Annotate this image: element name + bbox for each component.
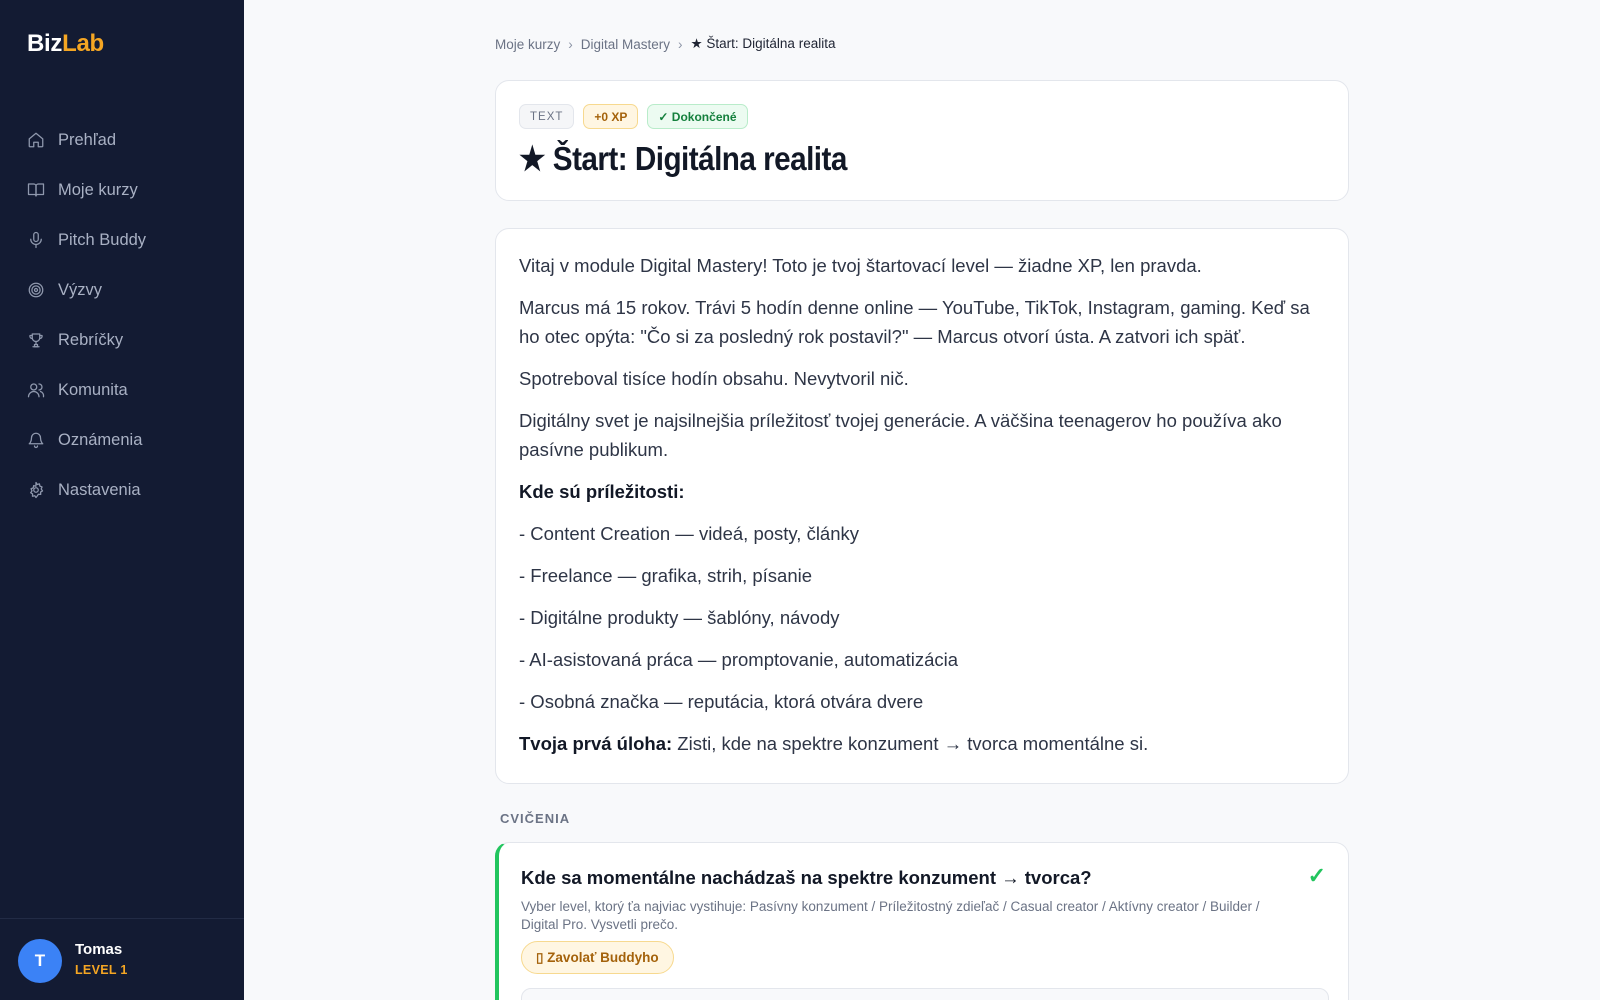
lesson-header-card: TEXT +0 XP ✓ Dokončené ★ Štart: Digitáln… bbox=[495, 80, 1349, 201]
exercise-answer-field[interactable] bbox=[521, 988, 1329, 1000]
sidebar-item-rebricky[interactable]: Rebríčky bbox=[0, 315, 244, 365]
exercise-title: Kde sa momentálne nachádzaš na spektre k… bbox=[521, 867, 1092, 888]
opportunity-item: - Osobná značka — reputácia, ktorá otvár… bbox=[519, 691, 924, 712]
lesson-paragraph: Digitálny svet je najsilnejšia príležito… bbox=[519, 410, 1282, 460]
sidebar-item-label: Moje kurzy bbox=[58, 180, 138, 199]
sidebar-nav: Prehľad Moje kurzy Pitch Buddy Výzvy Reb… bbox=[0, 115, 244, 515]
breadcrumb-separator: › bbox=[678, 36, 683, 52]
sidebar-item-label: Rebríčky bbox=[58, 330, 124, 349]
user-profile[interactable]: T Tomas LEVEL 1 bbox=[0, 918, 244, 1000]
call-buddy-button[interactable]: ▯ Zavolať Buddyho bbox=[521, 941, 674, 974]
breadcrumb-current: ★ Štart: Digitálna realita bbox=[690, 36, 836, 51]
sidebar-item-nastavenia[interactable]: Nastavenia bbox=[0, 465, 244, 515]
book-icon bbox=[26, 180, 46, 200]
breadcrumb-item-digital-mastery[interactable]: Digital Mastery bbox=[581, 37, 670, 52]
sidebar-item-komunita[interactable]: Komunita bbox=[0, 365, 244, 415]
breadcrumb-separator: › bbox=[568, 36, 573, 52]
opportunity-item: - Freelance — grafika, strih, písanie bbox=[519, 565, 813, 586]
sidebar: BizLab Prehľad Moje kurzy Pitch Buddy Vý… bbox=[0, 0, 244, 1000]
opportunity-item: - Digitálne produkty — šablóny, návody bbox=[519, 607, 840, 628]
sidebar-item-vyzvy[interactable]: Výzvy bbox=[0, 265, 244, 315]
lesson-paragraph: Vitaj v module Digital Mastery! Toto je … bbox=[519, 255, 1202, 276]
logo-part-lab: Lab bbox=[62, 30, 104, 57]
lesson-content-card: Vitaj v module Digital Mastery! Toto je … bbox=[495, 228, 1349, 784]
opportunity-item: - Content Creation — videá, posty, článk… bbox=[519, 523, 860, 544]
home-icon bbox=[26, 130, 46, 150]
exercise-card[interactable]: Kde sa momentálne nachádzaš na spektre k… bbox=[495, 842, 1349, 1000]
lesson-type-badge: TEXT bbox=[519, 104, 575, 129]
sidebar-item-label: Prehľad bbox=[58, 130, 117, 149]
sidebar-item-label: Komunita bbox=[58, 380, 128, 399]
microphone-icon bbox=[26, 230, 46, 250]
exercises-section-label: CVIČENIA bbox=[500, 811, 571, 826]
sidebar-item-moje-kurzy[interactable]: Moje kurzy bbox=[0, 165, 244, 215]
sidebar-item-label: Pitch Buddy bbox=[58, 230, 147, 249]
app-logo[interactable]: BizLab bbox=[27, 30, 104, 58]
sidebar-item-label: Nastavenia bbox=[58, 480, 141, 499]
sidebar-item-pitch-buddy[interactable]: Pitch Buddy bbox=[0, 215, 244, 265]
xp-badge: +0 XP bbox=[583, 104, 639, 129]
lesson-paragraph: Spotreboval tisíce hodín obsahu. Nevytvo… bbox=[519, 368, 909, 389]
opportunities-heading-text: Kde sú príležitosti: bbox=[519, 481, 685, 502]
target-icon bbox=[26, 280, 46, 300]
first-task-label: Tvoja prvá úloha: bbox=[519, 733, 673, 754]
logo-part-biz: Biz bbox=[27, 30, 63, 57]
first-task-text: Zisti, kde na spektre konzument → tvorca… bbox=[672, 733, 1149, 754]
avatar[interactable]: T bbox=[18, 939, 62, 983]
breadcrumb: Moje kurzy › Digital Mastery › ★ Štart: … bbox=[495, 36, 835, 52]
sidebar-item-label: Oznámenia bbox=[58, 430, 143, 449]
gear-icon bbox=[26, 480, 46, 500]
first-task: Tvoja prvá úloha: Zisti, kde na spektre … bbox=[519, 729, 1325, 758]
page-title: ★ Štart: Digitálna realita bbox=[519, 140, 847, 177]
sidebar-item-prehlad[interactable]: Prehľad bbox=[0, 115, 244, 165]
lesson-paragraph: Marcus má 15 rokov. Trávi 5 hodín denne … bbox=[519, 297, 1310, 347]
opportunity-item: - AI-asistovaná práca — promptovanie, au… bbox=[519, 649, 959, 670]
opportunities-heading: Kde sú príležitosti: bbox=[519, 477, 1325, 506]
bell-icon bbox=[26, 430, 46, 450]
user-level: LEVEL 1 bbox=[75, 963, 128, 977]
completed-badge: ✓ Dokončené bbox=[647, 104, 748, 129]
exercise-description: Vyber level, ktorý ťa najviac vystihuje:… bbox=[521, 899, 1260, 932]
sidebar-item-label: Výzvy bbox=[58, 280, 103, 299]
users-icon bbox=[26, 380, 46, 400]
lesson-badges: TEXT +0 XP ✓ Dokončené bbox=[519, 104, 748, 129]
breadcrumb-item-moje-kurzy[interactable]: Moje kurzy bbox=[495, 37, 560, 52]
trophy-icon bbox=[26, 330, 46, 350]
check-icon: ✓ bbox=[1307, 863, 1326, 888]
user-name: Tomas bbox=[75, 941, 123, 958]
sidebar-item-oznamenia[interactable]: Oznámenia bbox=[0, 415, 244, 465]
